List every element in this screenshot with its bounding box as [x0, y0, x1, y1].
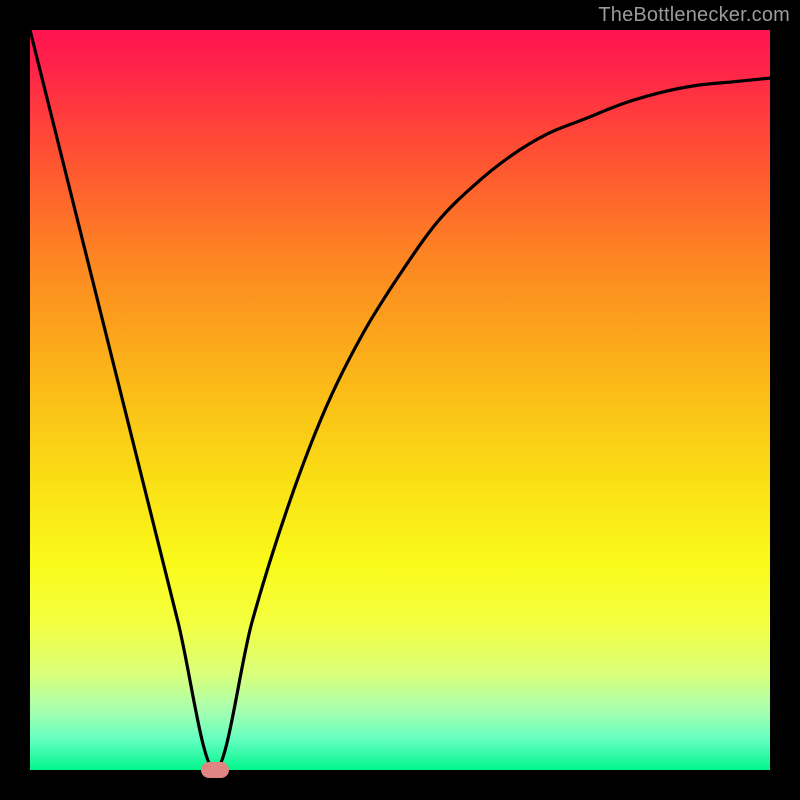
watermark-text: TheBottlenecker.com [598, 4, 790, 27]
plot-area [30, 30, 770, 770]
gradient-background [30, 30, 770, 770]
chart-frame: TheBottlenecker.com [0, 0, 800, 800]
optimum-marker [201, 762, 229, 778]
chart-svg [30, 30, 770, 770]
